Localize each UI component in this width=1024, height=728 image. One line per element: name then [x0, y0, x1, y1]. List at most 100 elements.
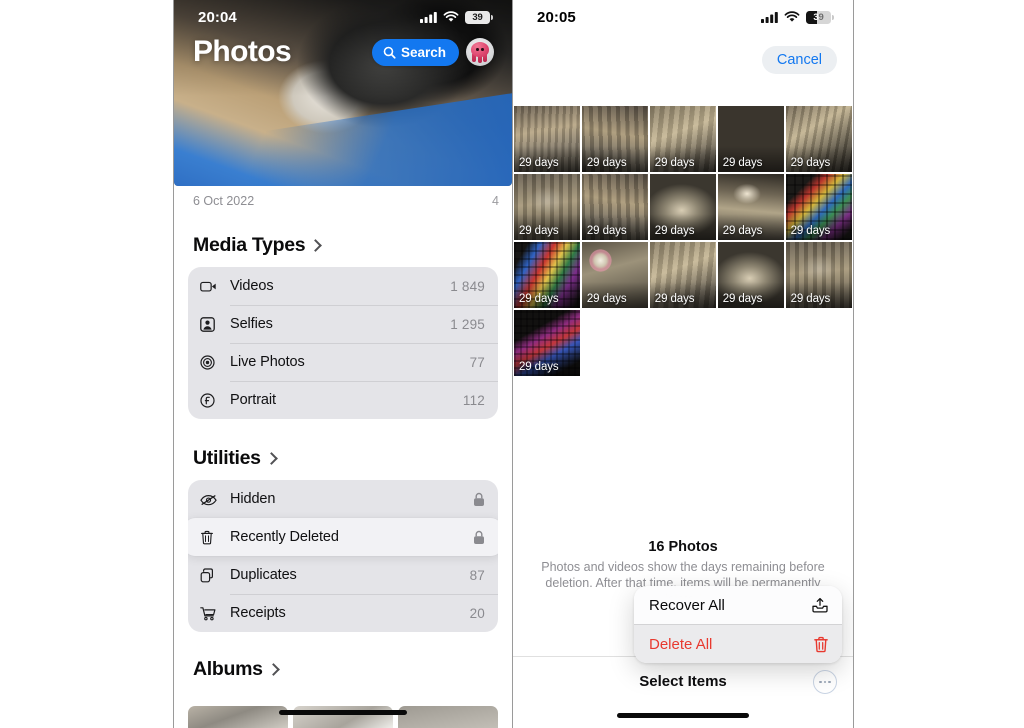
select-items-button[interactable]: Select Items: [639, 673, 727, 690]
screenshot-canvas: 20:04 39 Photos Search 6 Oct 2022 4 Medi…: [0, 0, 1024, 728]
photos-header-row: Photos Search: [174, 34, 512, 69]
wifi-icon: [784, 11, 800, 22]
photo-tile[interactable]: 29 days: [785, 241, 852, 309]
ellipsis-circle-icon[interactable]: [813, 670, 837, 694]
navigation-bar: Cancel: [513, 34, 853, 106]
photo-tile[interactable]: 29 days: [649, 173, 717, 241]
status-bar-time: 20:04: [198, 8, 237, 26]
photo-tile[interactable]: 29 days: [785, 173, 852, 241]
section-header-utilities[interactable]: Utilities: [188, 447, 498, 470]
context-menu-item-label: Recover All: [649, 596, 725, 614]
receipt-cart-icon: [200, 606, 222, 621]
header-actions: Search: [371, 38, 494, 66]
utility-row-duplicates[interactable]: Duplicates 87: [188, 556, 498, 594]
section-title: Media Types: [193, 234, 306, 256]
bottom-toolbar: Select Items: [513, 656, 853, 706]
photo-tile[interactable]: 29 days: [514, 241, 581, 309]
photo-tile[interactable]: 29 days: [581, 106, 649, 173]
section-header-media-types[interactable]: Media Types: [188, 234, 498, 257]
utility-row-hidden[interactable]: Hidden: [188, 480, 498, 518]
days-remaining-badge: 29 days: [586, 293, 627, 306]
photo-tile[interactable]: 29 days: [717, 241, 785, 309]
lock-icon: [473, 492, 485, 507]
battery-icon: 39: [806, 10, 834, 24]
utility-row-value: 20: [469, 605, 485, 621]
photo-tile[interactable]: 29 days: [649, 106, 717, 173]
context-menu-item-label: Delete All: [649, 635, 713, 653]
trash-icon: [813, 636, 829, 653]
battery-icon: 39: [465, 10, 493, 24]
media-row-label: Live Photos: [230, 354, 305, 370]
album-thumbnail[interactable]: [398, 706, 498, 728]
media-row-label: Videos: [230, 278, 274, 294]
days-remaining-badge: 29 days: [722, 293, 763, 306]
photo-tile[interactable]: 29 days: [514, 309, 581, 377]
photo-tile[interactable]: 29 days: [649, 241, 717, 309]
section-albums: Albums: [174, 658, 512, 681]
section-header-albums[interactable]: Albums: [188, 658, 498, 681]
hero-caption: 6 Oct 2022 4: [174, 186, 512, 208]
photo-tile[interactable]: 29 days: [581, 173, 649, 241]
cellular-bars-icon: [761, 12, 778, 23]
media-row-value: 1 295: [450, 316, 485, 332]
utilities-card: Hidden Recently Deleted Duplicates 87 Re…: [188, 480, 498, 632]
featured-photo-hero[interactable]: 20:04 39 Photos Search: [174, 0, 512, 186]
utility-row-label: Receipts: [230, 605, 286, 621]
days-remaining-badge: 29 days: [586, 225, 627, 238]
status-bar-icons: 39: [761, 10, 834, 24]
chevron-right-icon: [309, 238, 323, 252]
photo-tile[interactable]: 29 days: [717, 106, 785, 173]
utility-row-label: Hidden: [230, 491, 276, 507]
days-remaining-badge: 29 days: [654, 225, 695, 238]
utility-row-receipts[interactable]: Receipts 20: [188, 594, 498, 632]
utility-row-value: 87: [469, 567, 485, 583]
video-camera-icon: [200, 280, 222, 293]
photo-tile[interactable]: 29 days: [785, 106, 852, 173]
lock-icon: [473, 530, 485, 545]
search-button-label: Search: [400, 44, 446, 60]
left-phone-screen: 20:04 39 Photos Search 6 Oct 2022 4 Medi…: [173, 0, 513, 728]
context-menu-item-delete-all[interactable]: Delete All: [634, 624, 842, 663]
photo-tile[interactable]: 29 days: [581, 241, 649, 309]
octopus-memoji-avatar: [469, 41, 491, 63]
photo-count-label: 16 Photos: [648, 539, 718, 555]
utility-row-recently-deleted[interactable]: Recently Deleted: [188, 518, 498, 556]
cancel-button[interactable]: Cancel: [761, 46, 837, 74]
album-thumbnail[interactable]: [188, 706, 288, 728]
avatar[interactable]: [466, 38, 494, 66]
days-remaining-badge: 29 days: [654, 157, 695, 170]
media-row-live-photos[interactable]: Live Photos 77: [188, 343, 498, 381]
media-row-portrait[interactable]: Portrait 112: [188, 381, 498, 419]
days-remaining-badge: 29 days: [519, 361, 559, 374]
days-remaining-badge: 29 days: [654, 293, 695, 306]
photo-tile[interactable]: 29 days: [717, 173, 785, 241]
photo-tile[interactable]: 29 days: [514, 106, 581, 173]
media-row-label: Selfies: [230, 316, 273, 332]
status-bar: 20:05 39: [513, 0, 853, 34]
trash-icon: [200, 530, 222, 545]
wifi-icon: [443, 11, 459, 22]
days-remaining-badge: 29 days: [586, 157, 627, 170]
context-menu: Recover All Delete All: [634, 586, 842, 663]
page-title: Photos: [193, 35, 292, 68]
selfie-person-icon: [200, 316, 222, 332]
utility-row-label: Recently Deleted: [230, 529, 339, 545]
context-menu-item-recover-all[interactable]: Recover All: [634, 586, 842, 624]
eye-slash-icon: [200, 493, 222, 506]
search-icon: [383, 46, 396, 59]
days-remaining-badge: 29 days: [722, 225, 763, 238]
right-phone-screen: 20:05 39 Cancel 29 days 29 days 29 days …: [512, 0, 854, 728]
duplicates-icon: [200, 567, 222, 583]
status-bar: 20:04 39: [174, 0, 512, 34]
section-utilities: Utilities Hidden Recently Deleted Duplic…: [174, 447, 512, 632]
media-row-selfies[interactable]: Selfies 1 295: [188, 305, 498, 343]
search-button[interactable]: Search: [371, 38, 459, 66]
cellular-bars-icon: [420, 12, 437, 23]
media-row-value: 112: [462, 392, 485, 408]
media-row-value: 77: [469, 354, 485, 370]
media-row-videos[interactable]: Videos 1 849: [188, 267, 498, 305]
section-media-types: Media Types Videos 1 849 Selfies 1 295 L…: [174, 234, 512, 419]
photo-tile[interactable]: 29 days: [514, 173, 581, 241]
section-title: Utilities: [193, 447, 261, 469]
chevron-right-icon: [266, 662, 280, 676]
